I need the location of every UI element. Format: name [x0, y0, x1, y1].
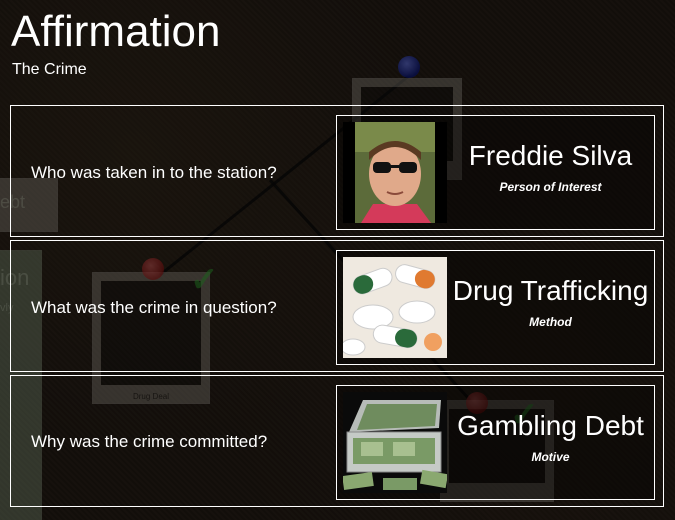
answer-card-method[interactable]: Drug Trafficking Method: [336, 250, 655, 365]
question-text: Why was the crime committed?: [31, 432, 268, 451]
question-text: Who was taken in to the station?: [31, 163, 277, 182]
pills-photo-icon: [343, 257, 447, 358]
answer-name: Freddie Silva: [468, 140, 633, 171]
answer-role: Method: [529, 315, 572, 329]
question-text: What was the crime in question?: [31, 298, 277, 317]
answer-card-motive[interactable]: Gambling Debt Motive: [336, 385, 655, 500]
money-case-photo-icon: [343, 392, 447, 493]
page-subtitle: The Crime: [12, 61, 87, 78]
answer-role: Motive: [531, 450, 570, 464]
page-title: Affirmation: [11, 7, 221, 56]
answer-name: Drug Trafficking: [452, 275, 649, 306]
answer-card-suspect[interactable]: Freddie Silva Person of Interest: [336, 115, 655, 230]
question-row-motive: Why was the crime committed? Gambling De…: [10, 375, 664, 507]
question-row-method: What was the crime in question? Drug Tra…: [10, 240, 664, 372]
answer-name: Gambling Debt: [457, 410, 644, 441]
suspect-photo-icon: [343, 122, 447, 223]
question-row-suspect: Who was taken in to the station? Freddie…: [10, 105, 664, 237]
answer-role: Person of Interest: [499, 180, 602, 194]
